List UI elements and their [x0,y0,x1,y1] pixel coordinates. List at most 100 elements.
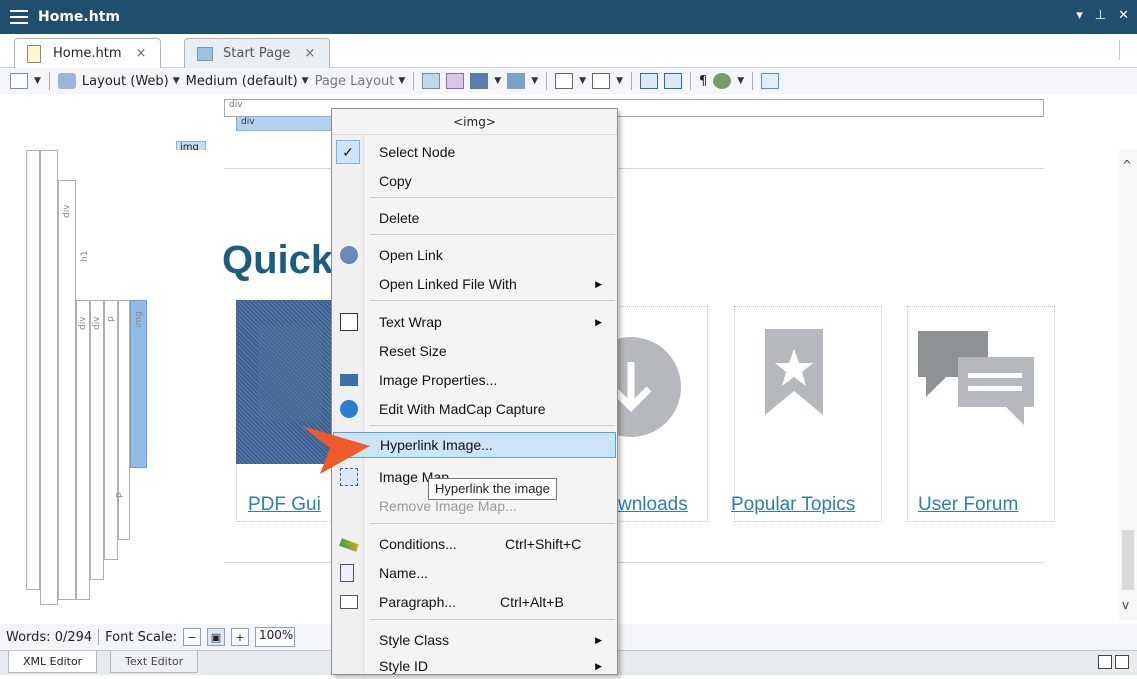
vbar-div2[interactable] [76,300,90,600]
vbar-h1[interactable] [58,180,76,600]
zoom-icon[interactable] [10,73,28,89]
page-layout-dropdown[interactable]: Page Layout ▼ [315,74,406,89]
menu-item-edit-with-capture[interactable]: Edit With MadCap Capture [333,396,616,422]
structure-bars-icon[interactable] [470,73,489,89]
vbar-img-label: img [134,311,144,328]
menu-item-image-properties[interactable]: Image Properties... [333,367,616,393]
dropdown-icon[interactable]: ▾ [1076,8,1083,23]
vbar-div[interactable] [40,150,58,605]
check-icon: ✓ [336,140,360,164]
name-icon [340,564,354,582]
card-link-pdf-guides[interactable]: PDF Gui [248,494,321,516]
text-wrap-icon [340,313,358,331]
menu-item-copy[interactable]: Copy [333,168,616,194]
vbar-div2-label: div [78,316,88,330]
submenu-arrow-icon: ▶ [595,660,602,671]
card-link-downloads[interactable]: wnloads [618,494,688,516]
capture-icon [340,400,358,418]
chevron-down-icon[interactable]: ▼ [737,76,744,86]
text-icon[interactable] [555,73,574,89]
window-title: Home.htm [38,9,120,25]
menu-item-style-id[interactable]: Style ID ▶ [333,653,616,679]
vbar-outer[interactable] [26,150,40,590]
word-count: Words: 0/294 [6,629,93,645]
split-view-icon[interactable] [1098,655,1112,669]
tab-home[interactable]: Home.htm × [14,38,162,68]
menu-item-style-class[interactable]: Style Class ▶ [333,627,616,653]
context-menu: <img> ✓ Select Node Copy Delete Open Lin… [331,108,618,675]
menu-item-name[interactable]: Name... [333,560,616,586]
vbar-p2-label: p [114,492,124,498]
chevron-down-icon[interactable]: ▼ [531,76,538,86]
layout-icon[interactable] [57,73,76,89]
vbar-p2[interactable] [118,300,130,540]
tooltip: Hyperlink the image [428,478,557,500]
context-menu-header: <img> [332,109,617,135]
menu-item-select-node[interactable]: ✓ Select Node [333,139,616,165]
image-properties-icon [340,374,358,386]
scroll-down-icon[interactable]: v [1122,598,1129,612]
scroll-thumb[interactable] [1122,530,1134,590]
submenu-arrow-icon: ▶ [595,278,602,289]
condition-tags-icon[interactable] [663,73,682,89]
editor-toolbar: ▼ Layout (Web) ▼ Medium (default) ▼ Page L… [0,68,1137,94]
chevron-down-icon[interactable]: ▼ [616,76,623,86]
menu-item-text-wrap[interactable]: Text Wrap ▶ [333,309,616,335]
menu-item-hyperlink-image[interactable]: Hyperlink Image... [333,432,616,458]
vertical-scrollbar[interactable]: ^ v [1119,150,1137,620]
submenu-arrow-icon: ▶ [595,316,602,327]
tab-label: Start Page [223,46,291,61]
tab-close-icon[interactable]: × [136,46,147,61]
zoom-in-icon[interactable]: + [230,628,249,646]
tab-label: Home.htm [53,46,122,61]
chevron-down-icon[interactable]: ▼ [579,76,586,86]
chevron-down-icon[interactable]: ▼ [494,76,501,86]
tab-start-page[interactable]: Start Page × [184,38,331,68]
zoom-out-icon[interactable]: − [182,628,201,646]
conditions-icon[interactable] [639,73,658,89]
markers-icon[interactable] [507,73,526,89]
menu-item-delete[interactable]: Delete [333,205,616,231]
document-icon [27,44,41,63]
menu-item-open-linked-file-with[interactable]: Open Linked File With ▶ [333,271,616,297]
card-popular-topics[interactable] [734,306,882,522]
chevron-down-icon[interactable]: ▼ [34,76,41,86]
menu-item-paragraph[interactable]: Paragraph... Ctrl+Alt+B [333,589,616,615]
vbar-div3[interactable] [90,300,104,580]
font-scale-label: Font Scale: [105,629,177,645]
vbar-p[interactable] [104,300,118,560]
title-bar: Home.htm ▾ ⊥ ✕ [0,0,1137,34]
layout-web-dropdown[interactable]: Layout (Web) ▼ [82,74,180,89]
font-icon[interactable] [592,73,611,89]
show-tags-icon[interactable] [422,73,441,89]
vbar-p-label: p [106,316,116,322]
page-heading: Quick [222,238,334,282]
insert-icon[interactable] [761,73,780,89]
zoom-input[interactable]: 100% [254,627,295,647]
tab-scroll-icon[interactable] [1119,40,1131,60]
close-icon[interactable]: ✕ [1118,8,1129,23]
menu-item-conditions[interactable]: Conditions... Ctrl+Shift+C [333,531,616,557]
pilcrow-icon[interactable]: ¶ [699,74,707,89]
show-blocks-icon[interactable] [446,73,465,89]
tab-close-icon[interactable]: × [304,46,315,61]
zoom-reset-icon[interactable]: ▣ [206,628,225,646]
conditions-icon [339,538,359,552]
submenu-arrow-icon: ▶ [595,634,602,645]
tab-xml-editor[interactable]: XML Editor [8,651,98,673]
menu-icon[interactable] [10,10,30,24]
pin-icon[interactable]: ⊥ [1095,8,1106,23]
medium-dropdown[interactable]: Medium (default) ▼ [186,74,309,89]
card-link-popular-topics[interactable]: Popular Topics [731,494,855,516]
vbar-h1-label: h1 [80,250,90,262]
vbar-div-label: div [62,204,72,218]
menu-item-open-link[interactable]: Open Link [333,242,616,268]
card-link-user-forum[interactable]: User Forum [918,494,1018,516]
tab-text-editor[interactable]: Text Editor [110,651,199,673]
vbar-div3-label: div [92,316,102,330]
scroll-up-icon[interactable]: ^ [1122,158,1132,172]
card-user-forum[interactable] [907,306,1055,522]
eye-icon[interactable] [713,73,732,89]
expand-view-icon[interactable] [1115,655,1129,669]
menu-item-reset-size[interactable]: Reset Size [333,338,616,364]
